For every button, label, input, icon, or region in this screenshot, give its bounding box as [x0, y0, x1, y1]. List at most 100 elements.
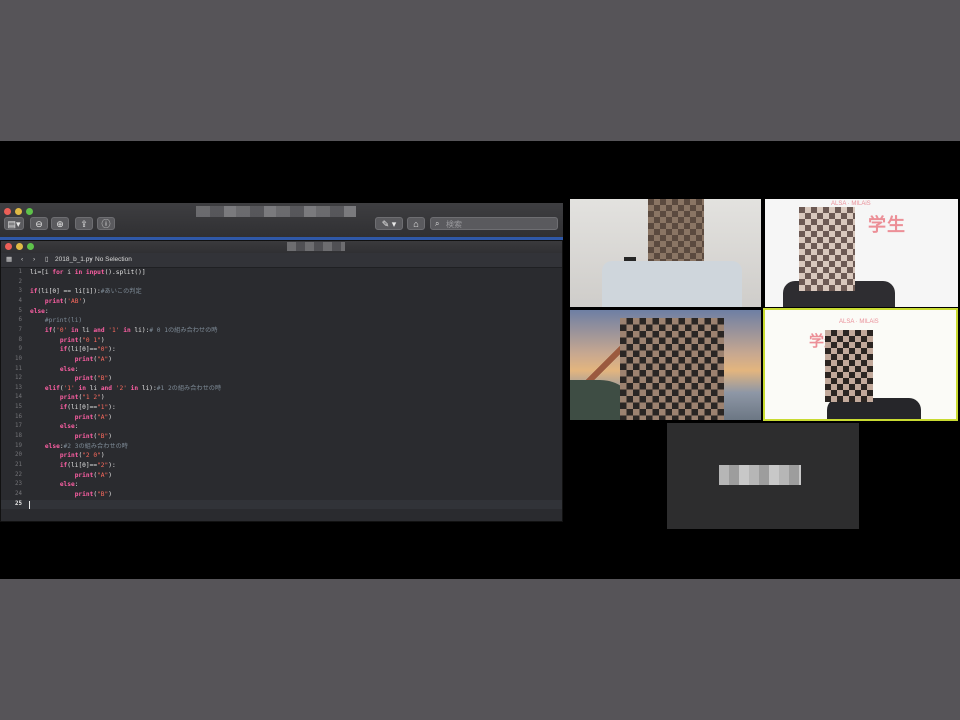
code-text: print('AB') — [44, 297, 86, 305]
participant-video-3[interactable] — [570, 310, 761, 420]
code-text: if(li[0]=="2"): — [59, 462, 116, 469]
code-line[interactable]: 3 if(li[0] == li[1]):#あいこの判定 — [1, 287, 562, 297]
code-editor[interactable]: 1 li=[i for i in input().split()] 2 3 if(li[… — [1, 268, 562, 521]
code-line[interactable]: 15 if(li[0]=="1"): — [1, 403, 562, 413]
back-arrow-icon[interactable]: ‹ — [21, 256, 23, 264]
code-line[interactable]: 18 print("B") — [1, 432, 562, 442]
code-text: print("0 1") — [59, 336, 105, 344]
breadcrumb-selection[interactable]: No Selection — [95, 256, 132, 264]
code-line[interactable]: 23 else: — [1, 480, 562, 490]
code-text: print("1 2") — [59, 394, 105, 402]
code-line[interactable]: 10 print("A") — [1, 355, 562, 365]
line-number: 10 — [15, 355, 22, 362]
line-number: 5 — [18, 307, 23, 314]
code-line[interactable]: 12 print("B") — [1, 374, 562, 384]
line-number: 23 — [15, 481, 22, 488]
zoom-in-icon[interactable]: ⊕ — [51, 217, 69, 230]
code-line[interactable]: 4 print('AB') — [1, 297, 562, 307]
letterbox-bottom — [0, 579, 960, 720]
preview-window-toolbar: ▤▾ ⊖ ⊕ ⇪ ⓘ ✎ ▾ ⌂ ⌕ 検索 — [0, 203, 563, 238]
line-number: 24 — [15, 490, 22, 497]
code-line[interactable]: 14 print("1 2") — [1, 393, 562, 403]
related-items-icon[interactable]: ▦ — [6, 256, 12, 264]
minimize-dot-icon[interactable] — [15, 208, 22, 215]
line-number: 8 — [18, 336, 23, 343]
info-icon[interactable]: ⓘ — [97, 217, 115, 230]
code-text: print("2 0") — [59, 452, 105, 460]
editor-minimize-dot-icon[interactable] — [16, 243, 23, 250]
code-line[interactable]: 7 if('0' in li and '1' in li):# 0 1の組み合わ… — [1, 326, 562, 336]
code-text: elif('1' in li and '2' in li):#1 2の組み合わせ… — [44, 384, 222, 392]
line-number: 17 — [15, 423, 22, 430]
search-icon: ⌕ — [435, 219, 440, 228]
code-line[interactable]: 5 else: — [1, 307, 562, 317]
sidebar-toggle-icon[interactable]: ▤▾ — [4, 217, 24, 230]
code-line[interactable]: 16 print("A") — [1, 413, 562, 423]
zoom-out-icon[interactable]: ⊖ — [30, 217, 48, 230]
code-line[interactable]: 19 else:#2 3の組み合わせの時 — [1, 442, 562, 452]
forward-arrow-icon[interactable]: › — [33, 256, 35, 264]
pixelated-face — [620, 318, 724, 420]
toolbox-icon[interactable]: ⌂ — [407, 217, 425, 230]
code-text: if(li[0] == li[1]):#あいこの判定 — [30, 288, 142, 296]
code-text: else: — [59, 365, 79, 373]
participant-video-4-active-speaker[interactable]: ALSA · MILAiS 学生 — [763, 308, 958, 421]
search-input[interactable]: ⌕ 検索 — [430, 217, 558, 230]
pixelated-face — [799, 207, 855, 291]
code-line[interactable]: 17 else: — [1, 422, 562, 432]
code-line[interactable]: 9 if(li[0]=="0"): — [1, 345, 562, 355]
share-icon[interactable]: ⇪ — [75, 217, 93, 230]
meeting-stage: ▤▾ ⊖ ⊕ ⇪ ⓘ ✎ ▾ ⌂ ⌕ 検索 ▦ ‹ › ▯ 2018_b_1.p… — [0, 141, 960, 579]
participant-video-5-camera-off[interactable] — [667, 423, 859, 529]
jump-bar: ▦ ‹ › ▯ 2018_b_1.py › No Selection — [1, 253, 562, 268]
code-text: #print(li) — [44, 317, 83, 325]
line-number: 9 — [18, 346, 23, 353]
code-line[interactable]: 24 print("B") — [1, 490, 562, 500]
line-number: 25 — [15, 500, 22, 507]
editor-close-dot-icon[interactable] — [5, 243, 12, 250]
code-line[interactable]: 6 #print(li) — [1, 316, 562, 326]
search-placeholder: 検索 — [446, 220, 462, 229]
line-number: 12 — [15, 375, 22, 382]
code-line[interactable]: 21 if(li[0]=="2"): — [1, 461, 562, 471]
text-caret — [29, 500, 30, 509]
code-text: print("A") — [74, 413, 112, 421]
code-line[interactable]: 20 print("2 0") — [1, 451, 562, 461]
line-number: 21 — [15, 462, 22, 468]
file-icon: ▯ — [45, 256, 49, 263]
pixelated-face — [825, 330, 873, 402]
code-line[interactable]: 2 — [1, 278, 562, 288]
participant-name-blurred — [719, 465, 801, 485]
line-number: 14 — [15, 394, 22, 401]
breadcrumb-file[interactable]: 2018_b_1.py — [55, 256, 93, 264]
code-line[interactable]: 11 else: — [1, 365, 562, 375]
code-line[interactable]: 22 print("A") — [1, 471, 562, 481]
line-number: 6 — [18, 317, 23, 324]
code-text: print("B") — [74, 490, 112, 498]
line-number: 22 — [15, 471, 22, 478]
zoom-dot-icon[interactable] — [26, 208, 33, 215]
window-controls — [4, 208, 33, 215]
code-line[interactable]: 8 print("0 1") — [1, 336, 562, 346]
code-text: else: — [59, 423, 79, 431]
window-title-blurred — [196, 206, 356, 217]
participant-video-1[interactable] — [570, 199, 761, 307]
editor-title-blurred — [287, 242, 345, 251]
participant-video-2[interactable]: ALSA · MILAiS 学生 — [765, 199, 958, 307]
markup-pen-icon[interactable]: ✎ ▾ — [375, 217, 403, 230]
line-number: 20 — [15, 452, 22, 459]
code-text: li=[i for i in input().split()] — [30, 269, 146, 276]
editor-titlebar — [1, 241, 562, 253]
pixelated-face — [648, 199, 704, 261]
code-line[interactable]: 25 — [1, 499, 562, 510]
code-text: else: — [59, 481, 79, 489]
close-dot-icon[interactable] — [4, 208, 11, 215]
line-number: 18 — [15, 433, 22, 440]
participant-body — [602, 261, 742, 307]
code-line[interactable]: 1 li=[i for i in input().split()] — [1, 268, 562, 278]
background-sign: 学生 — [868, 215, 906, 235]
line-number: 7 — [18, 326, 23, 333]
code-line[interactable]: 13 elif('1' in li and '2' in li):#1 2の組み… — [1, 384, 562, 394]
editor-zoom-dot-icon[interactable] — [27, 243, 34, 250]
xcode-editor-window: ▦ ‹ › ▯ 2018_b_1.py › No Selection 1 li=[… — [0, 240, 563, 522]
